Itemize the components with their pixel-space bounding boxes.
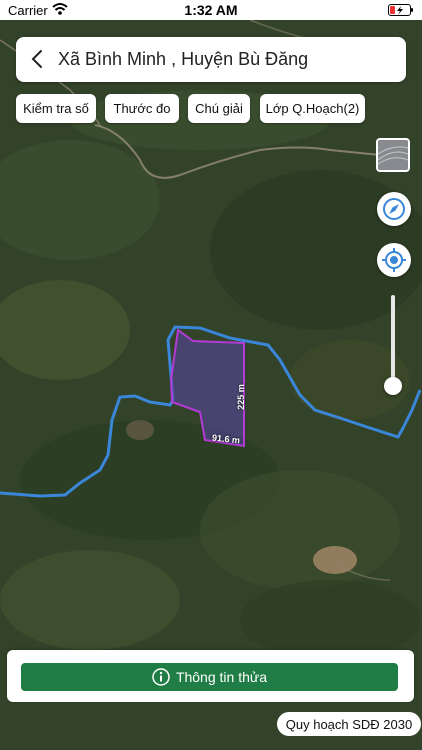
check-number-button[interactable]: Kiểm tra số [16,94,96,123]
info-icon [152,668,170,686]
opacity-slider-knob[interactable] [384,377,402,395]
status-bar: Carrier 1:32 AM [0,0,422,20]
ruler-button[interactable]: Thước đo [105,94,179,123]
parcel-side-length-right: 225 m [235,384,246,410]
back-icon[interactable] [26,47,50,71]
plan-year-badge[interactable]: Quy hoạch SDĐ 2030 [277,712,421,736]
clock: 1:32 AM [184,2,238,18]
parcel-info-label: Thông tin thửa [175,669,268,685]
ruler-label: Thước đo [113,101,171,116]
battery-icon [388,4,413,16]
check-number-label: Kiểm tra số [23,101,89,116]
opacity-slider-track[interactable] [391,295,395,387]
parcel-info-button[interactable]: Thông tin thửa [21,663,398,691]
location-title: Xã Bình Minh , Huyện Bù Đăng [58,49,309,69]
bottom-panel: Thông tin thửa [7,650,414,702]
locate-icon[interactable] [377,243,411,277]
plan-year-label: Quy hoạch SDĐ 2030 [285,716,413,732]
compass-icon[interactable] [377,192,411,226]
legend-label: Chú giải [195,101,243,116]
plan-layer-button[interactable]: Lớp Q.Hoạch(2) [260,94,365,123]
plan-layer-label: Lớp Q.Hoạch(2) [265,101,360,116]
location-header: Xã Bình Minh , Huyện Bù Đăng [16,37,406,82]
legend-button[interactable]: Chú giải [188,94,250,123]
layers-icon[interactable] [376,138,410,172]
